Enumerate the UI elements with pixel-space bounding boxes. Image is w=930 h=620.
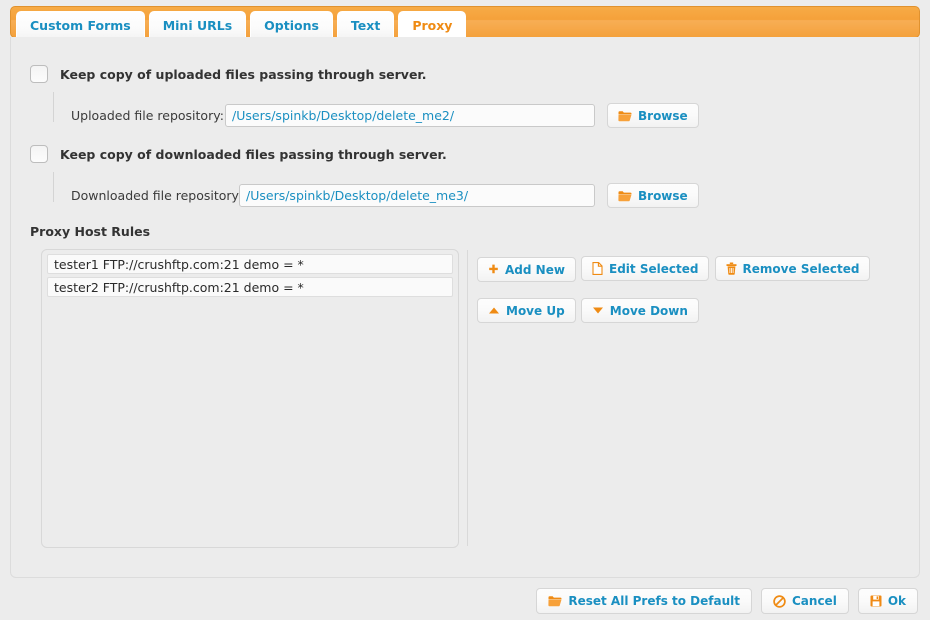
indent-guide-upload (53, 92, 54, 122)
save-disk-icon (870, 595, 882, 607)
remove-selected-label: Remove Selected (742, 261, 860, 276)
proxy-rules-actions: Add New Edit Selected Remove Selected Mo… (477, 256, 919, 339)
list-item[interactable]: tester1 FTP://crushftp.com:21 demo = * (47, 254, 453, 274)
proxy-host-rules-title: Proxy Host Rules (30, 224, 151, 239)
list-item[interactable]: tester2 FTP://crushftp.com:21 demo = * (47, 277, 453, 297)
uploaded-browse-button[interactable]: Browse (607, 103, 699, 128)
cancel-button[interactable]: Cancel (761, 588, 849, 614)
keep-downloaded-copy-checkbox[interactable] (30, 145, 48, 163)
folder-icon (548, 595, 562, 607)
reset-all-prefs-label: Reset All Prefs to Default (568, 594, 740, 608)
downloaded-browse-button[interactable]: Browse (607, 183, 699, 208)
uploaded-repository-row: Uploaded file repository: Browse (71, 103, 699, 128)
uploaded-repository-label: Uploaded file repository: (71, 108, 224, 123)
plus-icon (488, 264, 499, 275)
folder-open-icon (618, 110, 632, 122)
tab-strip: Custom Forms Mini URLs Options Text Prox… (11, 7, 470, 37)
move-down-label: Move Down (609, 303, 688, 318)
uploaded-repository-input[interactable] (225, 104, 595, 127)
tab-options[interactable]: Options (250, 11, 333, 37)
ok-label: Ok (887, 594, 906, 608)
triangle-up-icon (488, 306, 500, 315)
tab-mini-urls[interactable]: Mini URLs (148, 11, 247, 37)
keep-downloaded-copy-row: Keep copy of downloaded files passing th… (30, 145, 447, 163)
move-up-button[interactable]: Move Up (477, 298, 576, 323)
cancel-label: Cancel (792, 594, 837, 608)
downloaded-repository-input[interactable] (239, 184, 595, 207)
dialog-footer: Reset All Prefs to Default Cancel Ok (536, 588, 918, 614)
keep-uploaded-copy-checkbox[interactable] (30, 65, 48, 83)
tab-proxy[interactable]: Proxy (398, 11, 467, 37)
tab-bar: Custom Forms Mini URLs Options Text Prox… (10, 6, 920, 38)
downloaded-browse-label: Browse (638, 188, 688, 203)
indent-guide-download (53, 172, 54, 202)
add-new-label: Add New (505, 262, 565, 277)
downloaded-repository-label: Downloaded file repository: (71, 188, 243, 203)
triangle-down-icon (592, 306, 604, 315)
trash-icon (726, 262, 737, 275)
uploaded-browse-label: Browse (638, 108, 688, 123)
folder-open-icon (618, 190, 632, 202)
keep-uploaded-copy-row: Keep copy of uploaded files passing thro… (30, 65, 427, 83)
list-actions-separator (467, 250, 468, 546)
reset-all-prefs-button[interactable]: Reset All Prefs to Default (536, 588, 752, 614)
edit-selected-button[interactable]: Edit Selected (581, 256, 710, 281)
ok-button[interactable]: Ok (857, 588, 918, 614)
proxy-settings-panel: Keep copy of uploaded files passing thro… (10, 37, 920, 578)
edit-selected-label: Edit Selected (609, 261, 699, 276)
keep-downloaded-copy-label: Keep copy of downloaded files passing th… (60, 146, 447, 162)
preferences-window: Custom Forms Mini URLs Options Text Prox… (0, 0, 930, 620)
document-icon (592, 262, 603, 275)
remove-selected-button[interactable]: Remove Selected (714, 256, 871, 281)
proxy-host-rules-list[interactable]: tester1 FTP://crushftp.com:21 demo = * t… (41, 249, 459, 548)
tab-custom-forms[interactable]: Custom Forms (16, 11, 145, 37)
tab-text[interactable]: Text (336, 11, 395, 37)
move-up-label: Move Up (506, 303, 565, 318)
no-entry-icon (773, 594, 786, 608)
add-new-button[interactable]: Add New (477, 257, 576, 282)
downloaded-repository-row: Downloaded file repository: Browse (71, 183, 699, 208)
keep-uploaded-copy-label: Keep copy of uploaded files passing thro… (60, 66, 427, 82)
move-down-button[interactable]: Move Down (580, 298, 699, 323)
